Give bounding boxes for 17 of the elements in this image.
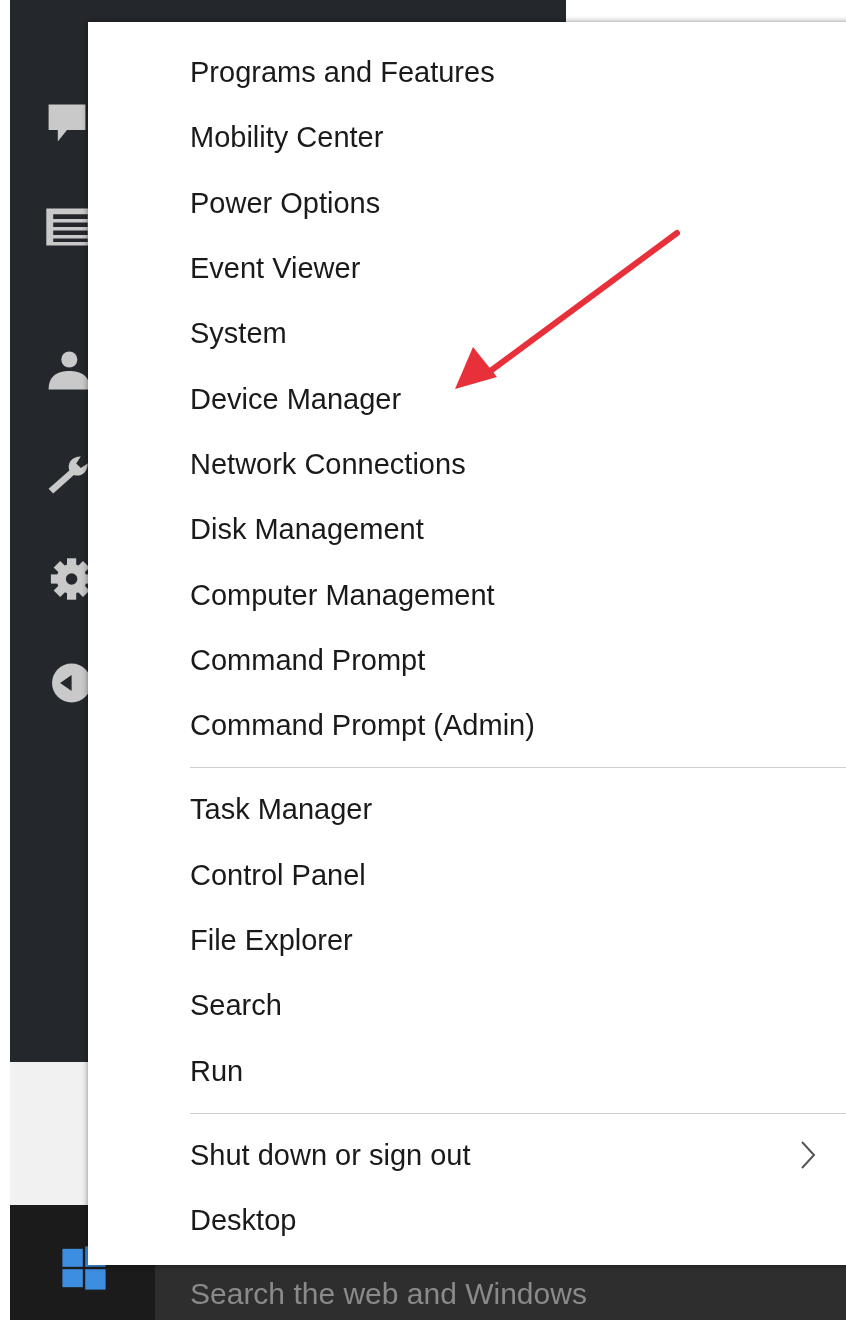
menu-item[interactable]: Command Prompt (Admin) — [88, 692, 846, 759]
menu-item[interactable]: Network Connections — [88, 431, 846, 498]
menu-item[interactable]: Search — [88, 973, 846, 1039]
menu-item[interactable]: Power Options — [88, 170, 846, 236]
menu-item[interactable]: Programs and Features — [88, 40, 846, 106]
menu-item[interactable]: Mobility Center — [88, 105, 846, 171]
menu-item[interactable]: Computer Management — [88, 562, 846, 628]
menu-item[interactable]: File Explorer — [88, 907, 846, 974]
menu-item[interactable]: Event Viewer — [88, 235, 846, 302]
menu-item[interactable]: Control Panel — [88, 842, 846, 908]
menu-item[interactable]: System — [88, 301, 846, 367]
menu-item[interactable]: Disk Management — [88, 497, 846, 563]
menu-item[interactable]: Task Manager — [88, 777, 846, 843]
menu-item[interactable]: Run — [88, 1038, 846, 1104]
menu-item[interactable]: Command Prompt — [88, 627, 846, 693]
menu-item[interactable]: Device Manager — [88, 366, 846, 432]
menu-item[interactable]: Shut down or sign out — [88, 1122, 846, 1189]
